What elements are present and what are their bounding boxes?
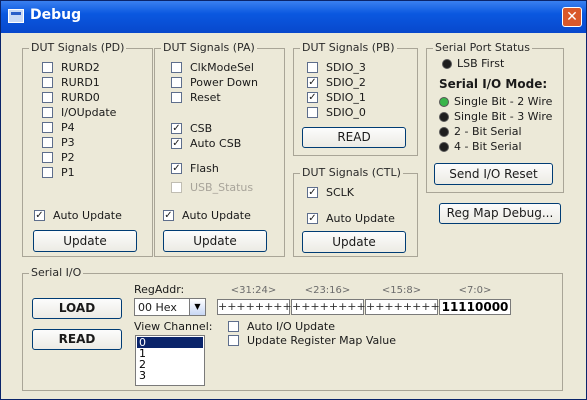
channel-option[interactable]: 1 xyxy=(137,348,203,359)
pd-update-button[interactable]: Update xyxy=(33,230,137,252)
checkbox-label: SDIO_0 xyxy=(326,106,366,119)
checkbox[interactable]: ✓ xyxy=(163,210,174,221)
title-bar[interactable]: Debug ✕ xyxy=(1,1,586,33)
channel-option[interactable]: 2 xyxy=(137,359,203,370)
checkbox[interactable] xyxy=(307,107,318,118)
reg-map-debug-button[interactable]: Reg Map Debug... xyxy=(439,203,561,224)
radio-indicator-icon[interactable] xyxy=(439,112,449,122)
checkbox-label: P3 xyxy=(61,136,75,149)
reg-addr-label: RegAddr: xyxy=(134,283,185,296)
bit-range-header: <15:8> xyxy=(381,285,422,296)
checkbox[interactable] xyxy=(171,77,182,88)
checkbox[interactable]: ✓ xyxy=(171,163,182,174)
checkbox[interactable] xyxy=(42,92,53,103)
checkbox[interactable]: ✓ xyxy=(34,210,45,221)
radio-label: 2 - Bit Serial xyxy=(454,125,522,138)
checkbox[interactable]: ✓ xyxy=(307,187,318,198)
checkbox[interactable] xyxy=(42,152,53,163)
group-title: Serial I/O xyxy=(29,266,84,279)
bit-value-field[interactable]: ++++++++ xyxy=(217,299,292,315)
checkbox-label: Power Down xyxy=(190,76,258,89)
radio-label: 4 - Bit Serial xyxy=(454,140,522,153)
checkbox-label: RURD1 xyxy=(61,76,100,89)
serial-io-mode-label: Serial I/O Mode: xyxy=(439,77,548,91)
checkbox-label: RURD2 xyxy=(61,61,100,74)
checkbox-label: I/OUpdate xyxy=(61,106,117,119)
pb-read-button[interactable]: READ xyxy=(302,127,406,148)
bit-value-field[interactable]: 11110000 xyxy=(439,299,511,315)
checkbox-label: P4 xyxy=(61,121,75,134)
checkbox[interactable]: ✓ xyxy=(171,123,182,134)
checkbox[interactable] xyxy=(42,122,53,133)
reg-addr-select[interactable]: 00 Hex ▼ xyxy=(134,298,206,316)
bit-range-header: <23:16> xyxy=(304,285,351,296)
checkbox[interactable] xyxy=(42,62,53,73)
group-title: DUT Signals (PD) xyxy=(29,41,127,54)
checkbox[interactable]: ✓ xyxy=(307,77,318,88)
status-led-icon xyxy=(442,59,452,69)
radio-indicator-icon[interactable] xyxy=(439,142,449,152)
checkbox[interactable] xyxy=(42,137,53,148)
group-title: DUT Signals (PB) xyxy=(300,41,397,54)
checkbox[interactable]: ✓ xyxy=(171,138,182,149)
checkbox[interactable] xyxy=(307,62,318,73)
dropdown-arrow-icon[interactable]: ▼ xyxy=(189,299,205,315)
checkbox-label: Flash xyxy=(190,162,219,175)
radio-label: Single Bit - 3 Wire xyxy=(454,110,553,123)
bit-range-header: <7:0> xyxy=(458,285,492,296)
debug-window: Debug ✕ DUT Signals (PD) ✓ Auto Update U… xyxy=(0,0,587,400)
ctl-update-button[interactable]: Update xyxy=(302,231,406,253)
checkbox-label: SDIO_1 xyxy=(326,91,366,104)
checkbox[interactable]: ✓ xyxy=(307,92,318,103)
pa-update-button[interactable]: Update xyxy=(163,230,267,252)
window-title: Debug xyxy=(30,7,82,23)
checkbox-label: RURD0 xyxy=(61,91,100,104)
checkbox[interactable] xyxy=(171,62,182,73)
group-title: Serial Port Status xyxy=(433,41,532,54)
view-channel-list[interactable]: 0123 xyxy=(135,335,205,386)
group-title: DUT Signals (PA) xyxy=(161,41,257,54)
checkbox-label: USB_Status xyxy=(190,181,254,194)
bit-value-field[interactable]: ++++++++ xyxy=(365,299,440,315)
checkbox-label: SDIO_3 xyxy=(326,61,366,74)
window-icon xyxy=(8,9,24,23)
bit-value-field[interactable]: ++++++++ xyxy=(291,299,366,315)
checkbox-label: Auto CSB xyxy=(190,137,242,150)
bit-range-header: <31:24> xyxy=(230,285,277,296)
checkbox[interactable] xyxy=(171,182,182,193)
checkbox-label: CSB xyxy=(190,122,213,135)
checkbox-label: P2 xyxy=(61,151,75,164)
radio-indicator-icon[interactable] xyxy=(439,127,449,137)
load-button[interactable]: LOAD xyxy=(32,298,122,319)
checkbox[interactable] xyxy=(228,335,239,346)
checkbox[interactable] xyxy=(42,107,53,118)
checkbox[interactable] xyxy=(228,321,239,332)
checkbox[interactable] xyxy=(42,77,53,88)
checkbox[interactable] xyxy=(42,167,53,178)
checkbox-label: Reset xyxy=(190,91,221,104)
reg-addr-value: 00 Hex xyxy=(138,301,177,314)
checkbox-label: ClkModeSel xyxy=(190,61,254,74)
radio-indicator-icon[interactable] xyxy=(439,97,449,107)
send-io-reset-button[interactable]: Send I/O Reset xyxy=(434,163,553,185)
channel-option[interactable]: 0 xyxy=(137,337,203,348)
radio-label: Single Bit - 2 Wire xyxy=(454,95,553,108)
group-title: DUT Signals (CTL) xyxy=(300,166,403,179)
checkbox-label: P1 xyxy=(61,166,75,179)
close-button[interactable]: ✕ xyxy=(562,7,582,27)
channel-option[interactable]: 3 xyxy=(137,370,203,381)
view-channel-label: View Channel: xyxy=(134,320,213,333)
checkbox[interactable]: ✓ xyxy=(307,213,318,224)
checkbox-label: SDIO_2 xyxy=(326,76,366,89)
read-button[interactable]: READ xyxy=(32,329,122,350)
checkbox[interactable] xyxy=(171,92,182,103)
